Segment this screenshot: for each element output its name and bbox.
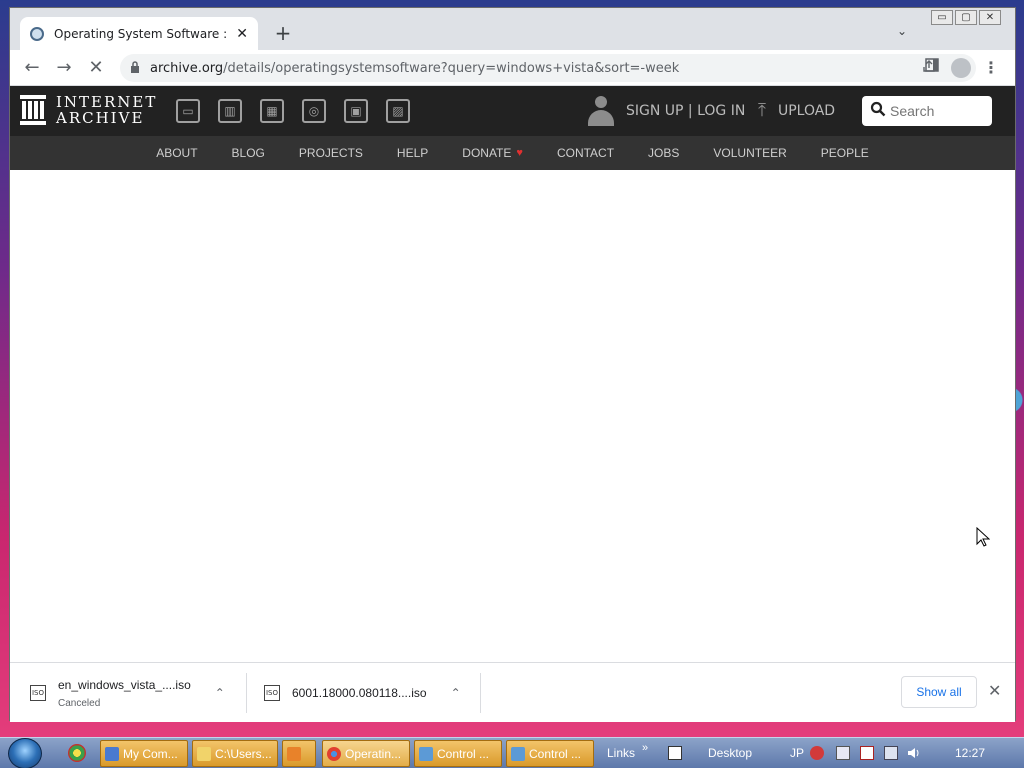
url-text[interactable]: archive.org/details/operatingsystemsoftw…: [150, 61, 906, 76]
folder-icon: [197, 746, 211, 761]
ia-building-icon: [20, 95, 46, 125]
ime-icon[interactable]: [810, 746, 824, 760]
network-icon[interactable]: [884, 746, 898, 760]
chevron-up-icon[interactable]: ⌃: [215, 686, 225, 700]
iso-file-icon: ISO: [264, 685, 280, 701]
side-panel-icon[interactable]: [925, 58, 939, 76]
heart-icon: ♥: [516, 147, 523, 159]
ia-nav-bar: ABOUT BLOG PROJECTS HELP DONATE ♥ CONTAC…: [10, 136, 1015, 170]
nav-donate-label: DONATE: [462, 146, 512, 160]
search-icon[interactable]: [870, 101, 886, 121]
control-panel-icon: [511, 746, 525, 761]
menu-kebab-icon[interactable]: ⋮: [983, 58, 999, 77]
iso-file-icon: ISO: [30, 685, 46, 701]
nav-volunteer[interactable]: VOLUNTEER: [713, 146, 786, 160]
ia-search-box[interactable]: [862, 96, 992, 126]
minimize-button[interactable]: ▭: [931, 10, 953, 25]
nav-about[interactable]: ABOUT: [156, 146, 197, 160]
links-overflow-icon[interactable]: »: [642, 742, 648, 754]
browser-window: Operating System Software : Free ✕ + ⌄ ▭…: [9, 7, 1016, 722]
address-bar[interactable]: archive.org/details/operatingsystemsoftw…: [120, 54, 976, 82]
volume-icon[interactable]: [906, 746, 920, 760]
audio-icon[interactable]: ◎: [302, 99, 326, 123]
links-toolbar-label[interactable]: Links: [607, 746, 635, 760]
download-filename: 6001.18000.080118....iso: [292, 686, 427, 700]
download-status: Canceled: [58, 697, 101, 709]
texts-icon[interactable]: ▥: [218, 99, 242, 123]
windows-taskbar: My Com... C:\Users... Operatin... Contro…: [0, 737, 1024, 768]
close-window-button[interactable]: ✕: [979, 10, 1001, 25]
maximize-button[interactable]: ▢: [955, 10, 977, 25]
clock[interactable]: 12:27: [955, 746, 985, 760]
browser-toolbar: ← → ✕ archive.org/details/operatingsyste…: [10, 50, 1015, 86]
search-input[interactable]: [890, 103, 980, 119]
chevron-up-icon[interactable]: ⌃: [451, 686, 461, 700]
download-item[interactable]: ISO 6001.18000.080118....iso ⌃: [264, 663, 461, 723]
lock-icon[interactable]: [130, 60, 140, 76]
upload-button[interactable]: ⤒ UPLOAD: [758, 100, 835, 121]
nav-help[interactable]: HELP: [397, 146, 428, 160]
nav-donate[interactable]: DONATE ♥: [462, 146, 523, 160]
download-filename: en_windows_vista_....iso: [58, 677, 191, 692]
logo-line-2: ARCHIVE: [56, 109, 145, 127]
chrome-quicklaunch-icon[interactable]: [68, 744, 86, 762]
desktop-toolbar-label[interactable]: Desktop: [708, 746, 752, 760]
ia-logo[interactable]: INTERNET ARCHIVE: [20, 94, 157, 126]
profile-avatar-icon[interactable]: [951, 58, 971, 78]
nav-blog[interactable]: BLOG: [232, 146, 265, 160]
tab-close-icon[interactable]: ✕: [236, 26, 248, 42]
taskbar-button-control-panel-2[interactable]: Control ...: [506, 740, 594, 767]
logo-line-1: INTERNET: [56, 93, 158, 111]
images-icon[interactable]: ▨: [386, 99, 410, 123]
tab-title: Operating System Software : Free: [54, 26, 230, 41]
taskbar-button-control-panel-1[interactable]: Control ...: [414, 740, 502, 767]
forward-button[interactable]: →: [48, 57, 80, 78]
user-area[interactable]: SIGN UP | LOG IN: [588, 96, 745, 126]
download-separator: [246, 673, 247, 713]
ime-mode-icon[interactable]: [836, 746, 850, 760]
notepad-icon[interactable]: [668, 746, 682, 760]
stop-loading-button[interactable]: ✕: [80, 57, 112, 78]
page-content-area: [10, 170, 1015, 662]
language-indicator[interactable]: JP: [790, 746, 804, 760]
video-icon[interactable]: ▦: [260, 99, 284, 123]
downloads-shelf: ISO en_windows_vista_....iso Canceled ⌃ …: [10, 662, 1015, 722]
web-icon[interactable]: ▭: [176, 99, 200, 123]
show-all-button[interactable]: Show all: [901, 676, 977, 708]
computer-icon: [105, 746, 119, 761]
nav-people[interactable]: PEOPLE: [821, 146, 869, 160]
tab-operating-system-software[interactable]: Operating System Software : Free ✕: [20, 17, 258, 50]
security-alert-icon[interactable]: [860, 746, 874, 760]
taskbar-button-media[interactable]: [282, 740, 316, 767]
window-controls: ▭ ▢ ✕: [931, 10, 1001, 25]
taskbar-button-my-computer[interactable]: My Com...: [100, 740, 188, 767]
tab-strip: Operating System Software : Free ✕ + ⌄ ▭…: [10, 8, 1015, 50]
taskbar-button-explorer[interactable]: C:\Users...: [192, 740, 278, 767]
control-panel-icon: [419, 746, 433, 761]
media-type-icons: ▭ ▥ ▦ ◎ ▣ ▨: [176, 99, 410, 123]
nav-projects[interactable]: PROJECTS: [299, 146, 363, 160]
tab-search-icon[interactable]: ⌄: [897, 24, 907, 38]
mouse-cursor-icon: [976, 527, 990, 547]
upload-arrow-icon: ⤒: [758, 100, 766, 121]
software-icon[interactable]: ▣: [344, 99, 368, 123]
back-button[interactable]: ←: [16, 57, 48, 78]
signup-login-link[interactable]: SIGN UP | LOG IN: [626, 103, 745, 119]
start-button[interactable]: [8, 738, 42, 768]
close-shelf-icon[interactable]: ✕: [988, 681, 1001, 700]
taskbar-button-chrome[interactable]: Operatin...: [322, 740, 410, 767]
download-item[interactable]: ISO en_windows_vista_....iso Canceled ⌃: [30, 663, 225, 723]
nav-jobs[interactable]: JOBS: [648, 146, 679, 160]
ia-top-bar: INTERNET ARCHIVE ▭ ▥ ▦ ◎ ▣ ▨ SIGN UP | L…: [10, 86, 1015, 136]
nav-contact[interactable]: CONTACT: [557, 146, 614, 160]
download-separator: [480, 673, 481, 713]
chrome-icon: [327, 746, 341, 761]
archive-favicon-icon: [30, 26, 44, 41]
person-icon: [588, 96, 614, 126]
new-tab-button[interactable]: +: [272, 22, 294, 44]
media-player-icon: [287, 746, 301, 761]
upload-label: UPLOAD: [777, 102, 836, 119]
